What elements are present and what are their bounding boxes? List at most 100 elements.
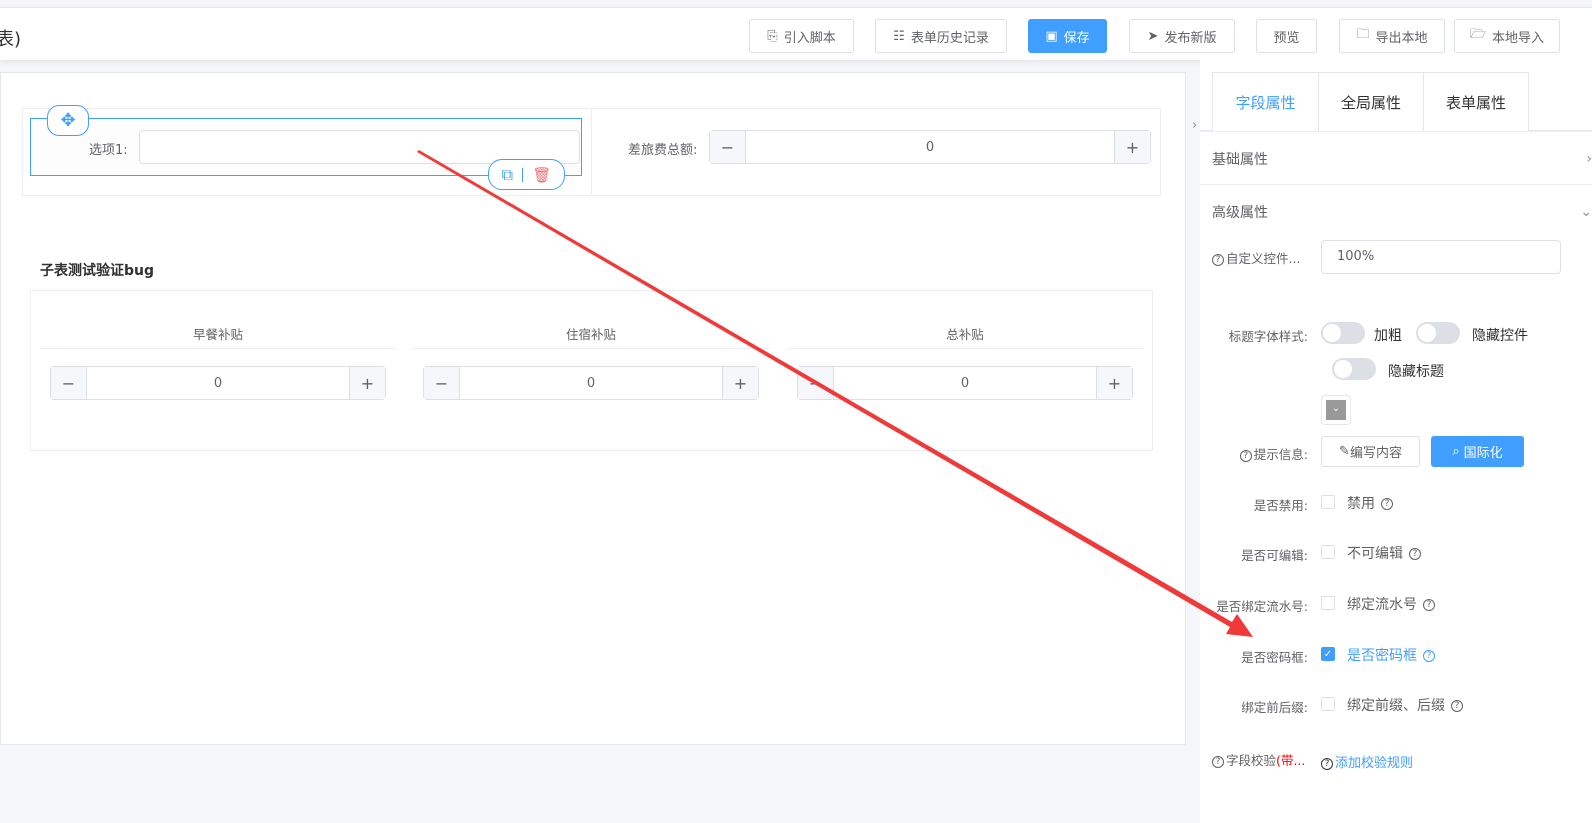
switch-label: 隐藏控件 [1472,328,1528,344]
subtable-stepper[interactable]: − 0 + [423,366,759,400]
stepper-value[interactable]: 0 [87,367,349,399]
copy-icon[interactable]: ⧉ [502,165,513,185]
delete-icon[interactable]: 🗑 [532,166,551,184]
save-icon: ▣ [1045,28,1058,44]
chevron-down-icon: ⌄ [1326,400,1346,420]
help-icon: ? [1423,650,1435,662]
help-icon: ? [1321,757,1333,770]
custom-width-input[interactable]: 100% [1321,240,1561,274]
help-icon: ? [1381,498,1393,510]
properties-panel: › 字段属性 全局属性 表单属性 基础属性 › 高级属性 ⌄ ? 自定义控件... 1… [1192,60,1592,823]
travel-total-label: 差旅费总额: [628,143,698,158]
help-icon: ? [1212,253,1224,266]
increase-button[interactable]: + [349,367,385,399]
subtable-column-header: 早餐补贴 [40,324,396,349]
subtable-title: 子表测试验证bug [40,263,155,279]
stepper-value[interactable]: 0 [460,367,722,399]
label-text: 自定义控件... [1226,251,1301,266]
checkbox[interactable] [1321,495,1335,509]
checkbox-label[interactable]: 绑定流水号? [1347,594,1435,614]
decrease-button[interactable]: − [51,367,87,399]
tips-label: ? 提示信息: [1239,444,1308,463]
move-handle-icon[interactable]: ✥ [47,105,89,136]
help-icon: ? [1212,755,1224,768]
section-title: 高级属性 [1212,204,1268,221]
button-label: 编写内容 [1349,446,1402,461]
checkbox[interactable] [1321,596,1335,610]
publish-button[interactable]: ➤ 发布新版 [1129,19,1235,53]
script-icon: ⎘ [767,28,778,44]
switch-label: 隐藏标题 [1388,364,1444,380]
checkbox-text: 绑定前缀、后缀 [1347,698,1445,714]
add-validation-link[interactable]: ? 添加校验规则 [1321,752,1413,771]
export-local-button[interactable]: 🗀 导出本地 [1339,19,1445,53]
hide-title-switch[interactable] [1332,358,1376,380]
section-basic[interactable]: 基础属性 › [1200,131,1592,185]
check-row-label: 是否密码框: [1241,650,1308,665]
import-local-button[interactable]: 🗁 本地导入 [1454,19,1560,53]
edit-content-button[interactable]: ✎ 编写内容 [1321,436,1420,467]
check-row-label: 是否可编辑: [1241,548,1308,563]
bold-switch[interactable] [1321,322,1365,344]
travel-total-stepper[interactable]: − 0 + [709,130,1151,164]
form-history-button[interactable]: ☷ 表单历史记录 [875,19,1007,53]
validation-label: ? 字段校验(带... [1212,750,1305,769]
folder-icon: 🗀 [1356,27,1370,42]
increase-button[interactable]: + [1114,131,1150,163]
title-style-label: 标题字体样式: [1228,329,1308,344]
decrease-button[interactable]: − [710,131,746,163]
section-title: 基础属性 [1212,151,1268,168]
chevron-down-icon: ⌄ [1580,203,1592,220]
checkbox-text: 不可编辑 [1347,546,1403,562]
chevron-right-icon: › [1586,150,1592,167]
checkbox-label[interactable]: 不可编辑? [1347,543,1421,563]
page-title: 表) [0,29,22,50]
checkbox-label[interactable]: 禁用? [1347,493,1393,513]
stepper-value[interactable]: 0 [746,131,1114,163]
checkbox[interactable] [1321,545,1335,559]
stepper-value[interactable]: 0 [834,367,1096,399]
decrease-button[interactable]: − [798,367,834,399]
checkbox-text: 绑定流水号 [1347,597,1417,613]
decrease-button[interactable]: − [424,367,460,399]
preview-button[interactable]: 预览 [1256,19,1317,53]
increase-button[interactable]: + [1096,367,1132,399]
import-script-button[interactable]: ⎘ 引入脚本 [749,19,854,53]
color-picker[interactable]: ⌄ [1321,395,1351,425]
link-text: 添加校验规则 [1335,756,1414,771]
field-label: 选项1: [89,143,128,158]
checkbox[interactable]: ✓ [1321,647,1335,661]
folder-open-icon: 🗁 [1469,27,1487,42]
tab-field-properties[interactable]: 字段属性 [1212,72,1319,132]
send-icon: ➤ [1147,28,1159,44]
top-toolbar: 表) ⎘ 引入脚本 ☷ 表单历史记录 ▣ 保存 ➤ 发布新版 预览 🗀 导出本地 🗁 本地导… [0,7,1592,60]
hide-widget-switch[interactable] [1416,322,1460,344]
checkbox[interactable] [1321,697,1335,711]
subtable-column-header: 总补贴 [787,324,1143,349]
save-button[interactable]: ▣ 保存 [1028,19,1107,53]
widget-actions: ⧉ 🗑 [488,159,565,190]
switch-label: 加粗 [1374,328,1402,344]
increase-button[interactable]: + [722,367,758,399]
divider [522,167,524,182]
subtable-stepper[interactable]: − 0 + [797,366,1133,400]
tab-global-properties[interactable]: 全局属性 [1318,72,1424,131]
checkbox-label[interactable]: 是否密码框? [1347,645,1435,665]
i18n-button[interactable]: ⌕ 国际化 [1431,436,1524,467]
subtable-stepper[interactable]: − 0 + [50,366,386,400]
checkbox-text: 禁用 [1347,496,1375,512]
collapse-icon[interactable]: › [1192,118,1197,133]
list-icon: ☷ [893,28,905,44]
check-row-label: 绑定前后缀: [1241,700,1308,715]
label-text: 提示信息: [1253,447,1308,462]
tab-form-properties[interactable]: 表单属性 [1423,72,1529,131]
help-icon: ? [1409,548,1421,560]
label-text: 字段校验 [1226,753,1277,768]
checkbox-label[interactable]: 绑定前缀、后缀? [1347,695,1463,715]
search-icon: ⌕ [1452,444,1460,459]
help-icon: ? [1239,449,1252,462]
check-row-label: 是否禁用: [1253,498,1308,513]
section-advanced[interactable]: 高级属性 ⌄ [1200,184,1592,238]
edit-icon: ✎ [1339,444,1350,459]
button-label: 国际化 [1463,446,1503,461]
